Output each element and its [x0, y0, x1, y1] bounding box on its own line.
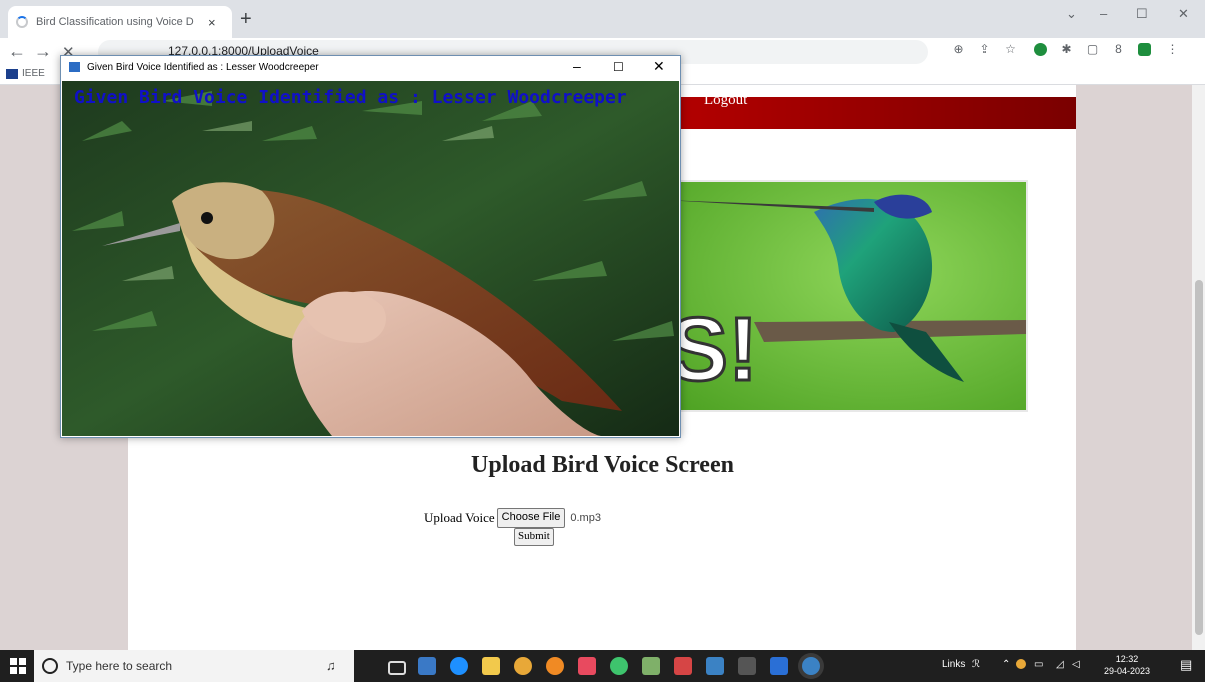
profile-icon[interactable]: 8 — [1112, 43, 1125, 56]
tray-app-icon[interactable] — [1016, 659, 1026, 669]
python-icon[interactable] — [802, 657, 820, 675]
notifications-icon[interactable]: ▤ — [1180, 657, 1192, 673]
upload-label: Upload Voice — [424, 510, 495, 525]
share-icon[interactable]: ⇪ — [978, 43, 991, 56]
tray-expand-icon[interactable]: ⌃ — [1002, 659, 1010, 670]
loading-icon — [16, 16, 28, 28]
app-icon-5[interactable] — [674, 657, 692, 675]
ieee-icon — [6, 69, 18, 79]
zoom-icon[interactable]: ⊕ — [952, 43, 965, 56]
selected-file-name: 0.mp3 — [570, 512, 601, 524]
banner-text: S! — [668, 300, 758, 400]
search-placeholder: Type here to search — [66, 659, 173, 673]
bookmark-star-icon[interactable]: ☆ — [1004, 43, 1017, 56]
menu-icon[interactable]: ⋮ — [1166, 43, 1179, 56]
clock-date: 29-04-2023 — [1104, 666, 1151, 676]
maximize-icon[interactable]: ☐ — [1136, 6, 1148, 22]
app-icon-1[interactable] — [418, 657, 436, 675]
windows-start-icon[interactable] — [10, 658, 26, 674]
microphone-icon[interactable]: ♫ — [326, 658, 336, 673]
popup-maximize-icon[interactable]: ☐ — [613, 60, 624, 74]
app-icon-4[interactable] — [642, 657, 660, 675]
people-icon[interactable]: ℛ — [972, 659, 980, 670]
taskbar: Type here to search ♫ Links ℛ ⌃ ▭ ◿ ◁ 12… — [0, 650, 1205, 682]
prediction-overlay-text: Given Bird Voice Identified as : Lesser … — [74, 87, 627, 108]
new-tab-button[interactable]: + — [240, 8, 252, 31]
links-toolbar[interactable]: Links — [942, 659, 965, 670]
minimize-icon[interactable]: – — [1100, 6, 1107, 21]
browser-icon[interactable] — [546, 657, 564, 675]
tab-close-icon[interactable]: × — [208, 15, 216, 30]
logout-link[interactable]: Logout — [704, 92, 747, 109]
browser-tab[interactable]: Bird Classification using Voice D × — [8, 6, 232, 38]
vpn-shield-icon[interactable] — [1138, 43, 1151, 56]
upload-form-row: Upload Voice Choose File 0.mp3 — [424, 508, 601, 528]
close-window-icon[interactable]: ✕ — [1178, 6, 1189, 22]
word-icon[interactable] — [770, 657, 788, 675]
edge-icon[interactable] — [450, 657, 468, 675]
popup-close-icon[interactable]: ✕ — [653, 58, 665, 75]
task-view-icon[interactable] — [388, 661, 406, 675]
taskbar-search-box[interactable]: Type here to search ♫ — [34, 650, 354, 682]
popup-minimize-icon[interactable]: – — [573, 58, 581, 74]
bookmark-ieee[interactable]: IEEE — [22, 68, 45, 79]
app-icon-3[interactable] — [610, 657, 628, 675]
system-clock[interactable]: 12:32 29-04-2023 — [1104, 653, 1150, 677]
clock-time: 12:32 — [1115, 654, 1139, 664]
wifi-icon[interactable]: ◿ — [1056, 659, 1064, 670]
search-icon — [42, 658, 58, 674]
terminal-icon[interactable] — [738, 657, 756, 675]
tab-search-icon[interactable]: ⌄ — [1066, 6, 1077, 22]
app-icon-2[interactable] — [578, 657, 596, 675]
extension-shield-icon[interactable] — [1034, 43, 1047, 56]
popup-titlebar[interactable]: Given Bird Voice Identified as : Lesser … — [61, 56, 680, 80]
page-title: Upload Bird Voice Screen — [471, 452, 734, 478]
tab-title: Bird Classification using Voice D — [36, 16, 194, 28]
window-app-icon — [69, 62, 80, 72]
result-popup-window: Given Bird Voice Identified as : Lesser … — [60, 55, 681, 438]
choose-file-button[interactable]: Choose File — [496, 508, 566, 528]
app-icon-6[interactable] — [706, 657, 724, 675]
chrome-icon[interactable] — [514, 657, 532, 675]
extensions-puzzle-icon[interactable]: ✱ — [1060, 43, 1073, 56]
submit-button[interactable]: Submit — [514, 528, 554, 546]
sidepanel-icon[interactable]: ▢ — [1086, 43, 1099, 56]
browser-tab-strip: Bird Classification using Voice D × + ⌄ … — [0, 0, 1205, 38]
forward-icon[interactable]: → — [34, 41, 52, 62]
volume-icon[interactable]: ◁ — [1072, 659, 1080, 670]
back-icon[interactable]: ← — [8, 41, 26, 62]
hummingbird-banner: S! — [662, 180, 1028, 412]
popup-title: Given Bird Voice Identified as : Lesser … — [87, 62, 319, 73]
network-icon[interactable]: ▭ — [1034, 659, 1043, 670]
bird-photo: Given Bird Voice Identified as : Lesser … — [62, 81, 679, 436]
store-icon[interactable] — [482, 657, 500, 675]
